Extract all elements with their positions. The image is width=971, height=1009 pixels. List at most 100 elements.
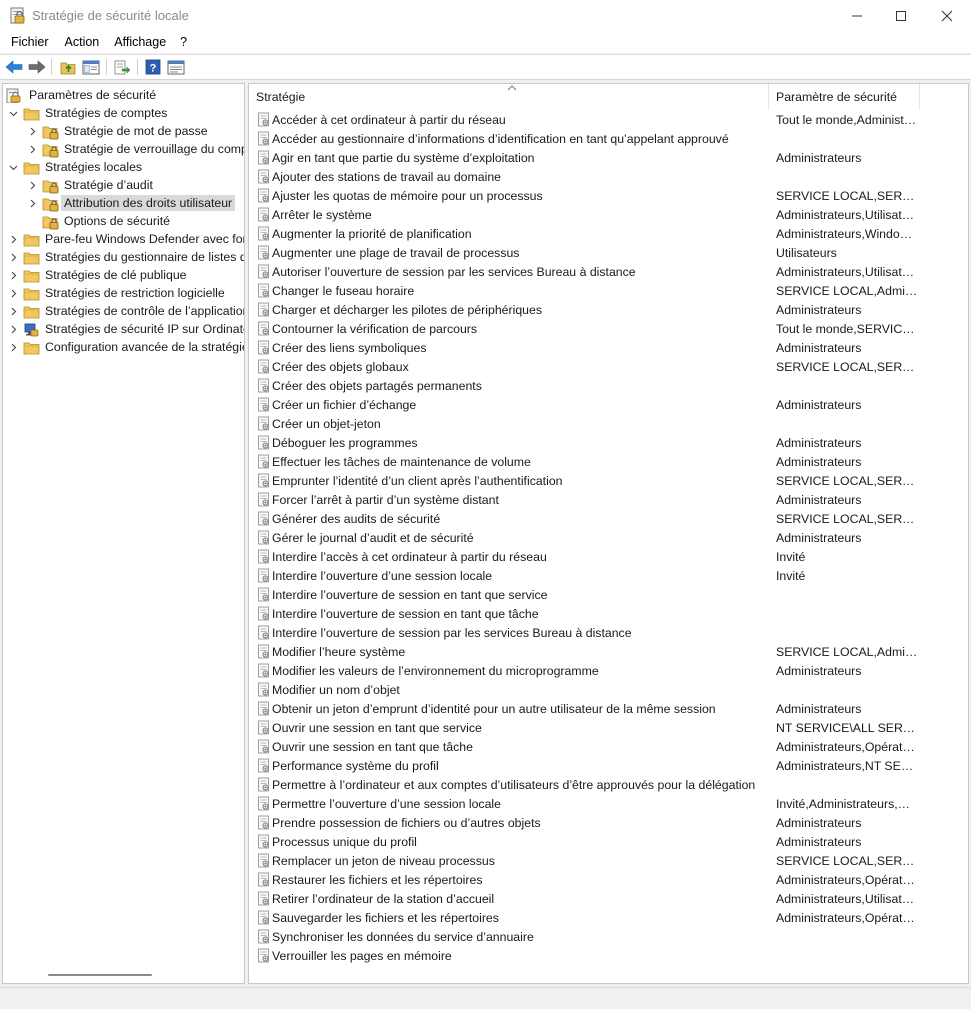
table-row[interactable]: Déboguer les programmes Administrateurs: [249, 433, 968, 452]
chevron-down-icon[interactable]: [7, 158, 19, 176]
table-row[interactable]: Emprunter l’identité d’un client après l…: [249, 471, 968, 490]
policy-list-pane[interactable]: Stratégie Paramètre de sécurité Accéder …: [248, 83, 969, 984]
table-row[interactable]: Contourner la vérification de parcours To…: [249, 319, 968, 338]
horizontal-scrollbar[interactable]: [48, 974, 152, 976]
tree-item[interactable]: Stratégies de comptes: [7, 104, 170, 122]
table-row[interactable]: Agir en tant que partie du système d’exp…: [249, 148, 968, 167]
table-row[interactable]: Modifier l’heure système SERVICE LOCAL,Ad…: [249, 642, 968, 661]
chevron-down-icon[interactable]: [7, 104, 19, 122]
up-level-button[interactable]: [58, 58, 78, 76]
table-row[interactable]: Ajouter des stations de travail au domai…: [249, 167, 968, 186]
policy-name: Forcer l’arrêt à partir d’un système dis…: [272, 492, 499, 507]
export-list-button[interactable]: [112, 58, 132, 76]
chevron-right-icon[interactable]: [7, 302, 19, 320]
table-row[interactable]: Modifier un nom d’objet: [249, 680, 968, 699]
table-row[interactable]: Ajuster les quotas de mémoire pour un pr…: [249, 186, 968, 205]
forward-button[interactable]: [27, 58, 47, 76]
tree-item[interactable]: Stratégies de restriction logicielle: [7, 284, 228, 302]
table-row[interactable]: Changer le fuseau horaire SERVICE LOCAL,A…: [249, 281, 968, 300]
chevron-right-icon[interactable]: [7, 320, 19, 338]
chevron-right-icon[interactable]: [7, 338, 19, 356]
tree-item[interactable]: Pare-feu Windows Defender avec fonctions…: [7, 230, 244, 248]
tree-item[interactable]: Options de sécurité: [26, 212, 173, 230]
tree-item[interactable]: Attribution des droits utilisateur: [26, 194, 236, 212]
table-row[interactable]: Retirer l’ordinateur de la station d’acc…: [249, 889, 968, 908]
table-row[interactable]: Processus unique du profil Administrateur…: [249, 832, 968, 851]
help-button[interactable]: ?: [143, 58, 163, 76]
tree-item[interactable]: Stratégies de contrôle de l’application: [7, 302, 244, 320]
table-row[interactable]: Interdire l’ouverture de session en tant…: [249, 585, 968, 604]
table-row[interactable]: Gérer le journal d’audit et de sécurité A…: [249, 528, 968, 547]
menu-affichage[interactable]: Affichage: [107, 31, 174, 53]
table-row[interactable]: Remplacer un jeton de niveau processus SE…: [249, 851, 968, 870]
table-row[interactable]: Permettre l’ouverture d’une session loca…: [249, 794, 968, 813]
table-row[interactable]: Augmenter la priorité de planification Ad…: [249, 224, 968, 243]
table-row[interactable]: Interdire l’accès à cet ordinateur à par…: [249, 547, 968, 566]
table-row[interactable]: Restaurer les fichiers et les répertoire…: [249, 870, 968, 889]
column-header-parametre[interactable]: Paramètre de sécurité: [770, 84, 920, 110]
chevron-right-icon[interactable]: [26, 140, 38, 158]
folder-lock-icon: [42, 214, 59, 230]
close-button[interactable]: [924, 0, 970, 31]
chevron-right-icon[interactable]: [26, 194, 38, 212]
tree-item[interactable]: Stratégies de clé publique: [7, 266, 190, 284]
table-row[interactable]: Verrouiller les pages en mémoire: [249, 946, 968, 965]
policy-name: Ajuster les quotas de mémoire pour un pr…: [272, 188, 543, 203]
table-row[interactable]: Ouvrir une session en tant que service NT…: [249, 718, 968, 737]
policy-value: Administrateurs,Utilisateurs,Opérateurs …: [776, 207, 918, 222]
table-row[interactable]: Ouvrir une session en tant que tâche Admi…: [249, 737, 968, 756]
table-row[interactable]: Générer des audits de sécurité SERVICE LO…: [249, 509, 968, 528]
table-row[interactable]: Créer des liens symboliques Administrateu…: [249, 338, 968, 357]
folder-lock-icon: [42, 196, 59, 212]
table-row[interactable]: Accéder à cet ordinateur à partir du rés…: [249, 110, 968, 129]
tree-root[interactable]: Paramètres de sécurité: [6, 86, 159, 104]
chevron-right-icon[interactable]: [26, 122, 38, 140]
table-row[interactable]: Créer un objet-jeton: [249, 414, 968, 433]
menu-fichier[interactable]: Fichier: [0, 31, 57, 53]
tree-item[interactable]: Stratégies du gestionnaire de listes de …: [7, 248, 244, 266]
table-row[interactable]: Modifier les valeurs de l’environnement …: [249, 661, 968, 680]
policy-value: Administrateurs,NT SERVICE\WdiServiceHos…: [776, 758, 918, 773]
table-row[interactable]: Arrêter le système Administrateurs,Utilis…: [249, 205, 968, 224]
table-row[interactable]: Synchroniser les données du service d’an…: [249, 927, 968, 946]
table-row[interactable]: Prendre possession de fichiers ou d’autr…: [249, 813, 968, 832]
table-row[interactable]: Créer des objets partagés permanents: [249, 376, 968, 395]
chevron-right-icon[interactable]: [26, 176, 38, 194]
properties-button[interactable]: [166, 58, 186, 76]
tree-item[interactable]: Stratégie d’audit: [26, 176, 156, 194]
chevron-right-icon[interactable]: [7, 248, 19, 266]
table-row[interactable]: Autoriser l’ouverture de session par les…: [249, 262, 968, 281]
console-tree-pane[interactable]: Paramètres de sécurité Stratégies de com…: [2, 83, 245, 984]
table-row[interactable]: Augmenter une plage de travail de proces…: [249, 243, 968, 262]
back-button[interactable]: [4, 58, 24, 76]
tree-item[interactable]: Stratégies de sécurité IP sur Ordinateur…: [7, 320, 244, 338]
policy-value: SERVICE LOCAL,Administrateurs,Utilisateu…: [776, 283, 918, 298]
table-row[interactable]: Interdire l’ouverture de session par les…: [249, 623, 968, 642]
table-row[interactable]: Effectuer les tâches de maintenance de v…: [249, 452, 968, 471]
table-row[interactable]: Créer un fichier d’échange Administrateur…: [249, 395, 968, 414]
table-row[interactable]: Interdire l’ouverture d’une session loca…: [249, 566, 968, 585]
table-row[interactable]: Sauvegarder les fichiers et les répertoi…: [249, 908, 968, 927]
table-row[interactable]: Performance système du profil Administrat…: [249, 756, 968, 775]
policy-setting-icon: [257, 397, 271, 412]
table-row[interactable]: Créer des objets globaux SERVICE LOCAL,SE…: [249, 357, 968, 376]
maximize-button[interactable]: [878, 0, 924, 31]
menu-help[interactable]: ?: [174, 31, 195, 53]
table-row[interactable]: Accéder au gestionnaire d’informations d…: [249, 129, 968, 148]
tree-item[interactable]: Stratégie de mot de passe: [26, 122, 211, 140]
chevron-right-icon[interactable]: [7, 266, 19, 284]
tree-item[interactable]: Stratégie de verrouillage du compte: [26, 140, 244, 158]
table-row[interactable]: Interdire l’ouverture de session en tant…: [249, 604, 968, 623]
table-row[interactable]: Permettre à l’ordinateur et aux comptes …: [249, 775, 968, 794]
tree-item[interactable]: Configuration avancée de la stratégie d’…: [7, 338, 244, 356]
minimize-button[interactable]: [834, 0, 880, 31]
chevron-right-icon[interactable]: [7, 284, 19, 302]
table-row[interactable]: Obtenir un jeton d’emprunt d’identité po…: [249, 699, 968, 718]
menu-action[interactable]: Action: [57, 31, 108, 53]
table-row[interactable]: Charger et décharger les pilotes de péri…: [249, 300, 968, 319]
tree-item[interactable]: Stratégies locales: [7, 158, 145, 176]
show-hide-tree-button[interactable]: [81, 58, 101, 76]
policy-setting-icon: [257, 416, 271, 431]
table-row[interactable]: Forcer l’arrêt à partir d’un système dis…: [249, 490, 968, 509]
chevron-right-icon[interactable]: [7, 230, 19, 248]
